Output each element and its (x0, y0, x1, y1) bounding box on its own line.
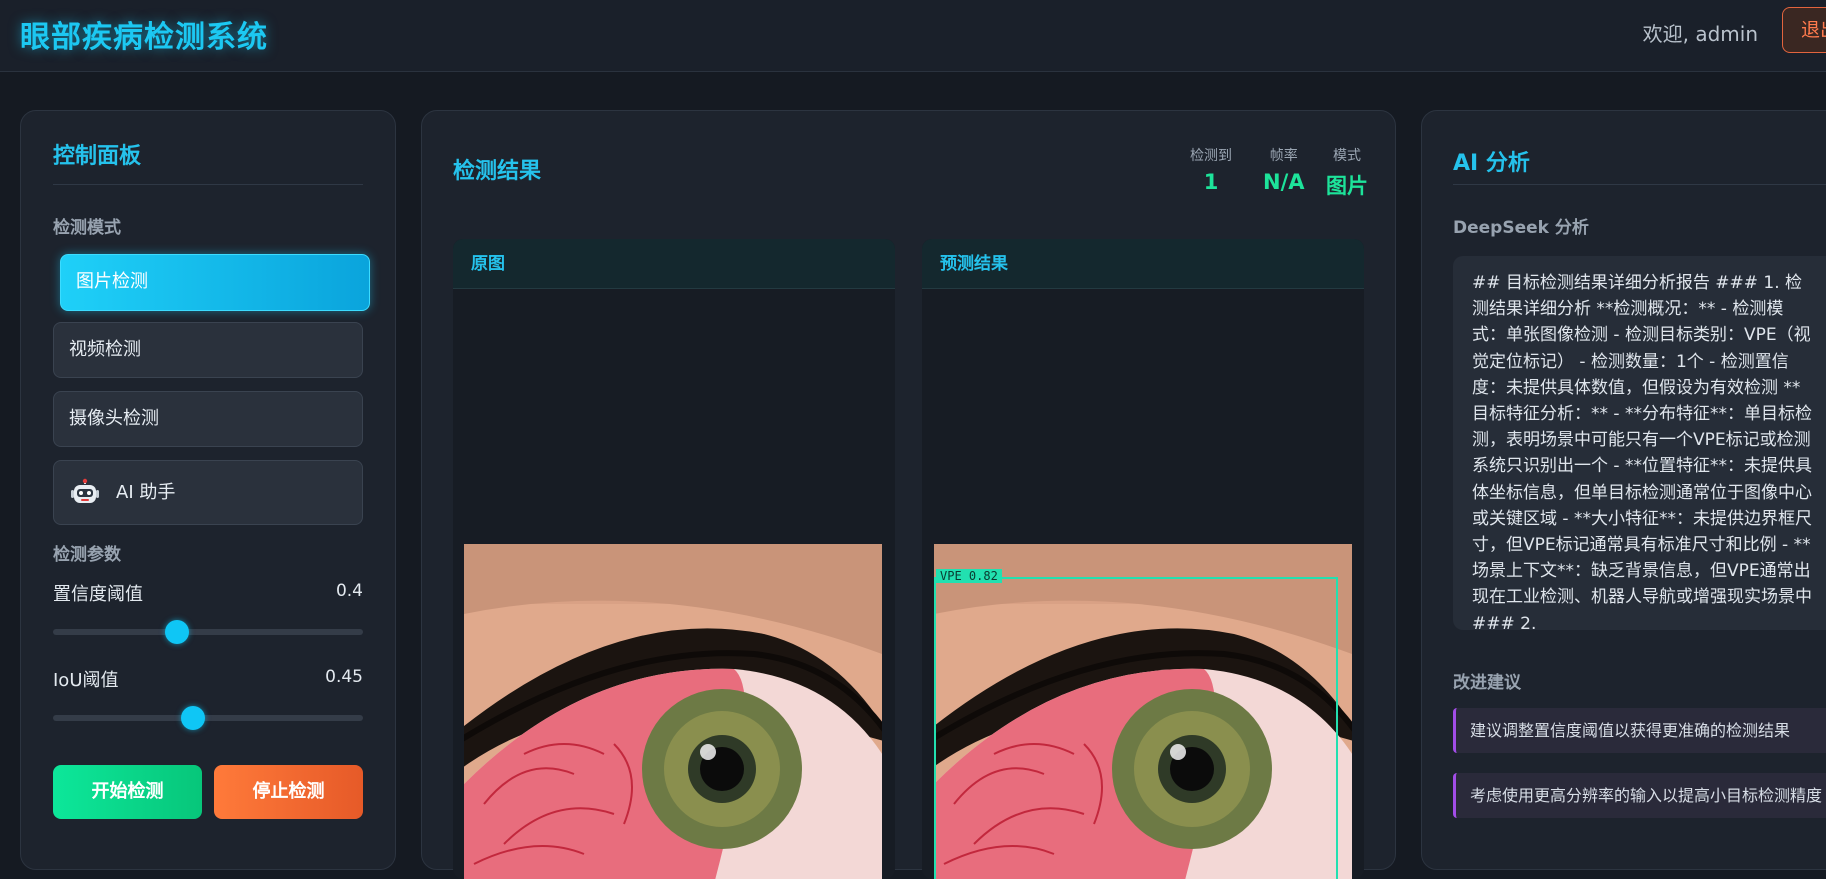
app-title: 眼部疾病检测系统 (20, 20, 268, 55)
suggestions-label: 改进建议 (1453, 673, 1521, 693)
divider (53, 184, 363, 185)
logout-button[interactable]: 退出 (1782, 7, 1826, 53)
ai-assistant-label: AI 助手 (116, 482, 176, 503)
iou-label: IoU阈值 (53, 670, 119, 691)
analysis-box[interactable]: ## 目标检测结果详细分析报告 ### 1. 检测结果详细分析 **检测概况：*… (1453, 256, 1826, 630)
stat-mode: 模式 图片 (1326, 145, 1368, 200)
analysis-text: ## 目标检测结果详细分析报告 ### 1. 检测结果详细分析 **检测概况：*… (1472, 273, 1812, 630)
stat-mode-value: 图片 (1326, 174, 1368, 198)
image-detect-button[interactable]: 图片检测 (60, 254, 370, 311)
deepseek-label: DeepSeek 分析 (1453, 218, 1589, 238)
ai-panel-title: AI 分析 (1453, 151, 1530, 176)
welcome-text: 欢迎, admin (1642, 22, 1758, 46)
ai-panel: AI 分析 DeepSeek 分析 ## 目标检测结果详细分析报告 ### 1.… (1421, 110, 1826, 870)
original-image-card: 原图 (453, 239, 895, 879)
stat-detected: 检测到 1 (1190, 145, 1232, 194)
suggestion-item: 建议调整置信度阈值以获得更准确的检测结果 (1453, 708, 1826, 753)
confidence-slider[interactable] (53, 620, 363, 644)
prediction-card: 预测结果 VPE 0.82 (922, 239, 1364, 879)
iou-slider-thumb[interactable] (180, 706, 205, 730)
stat-fps-label: 帧率 (1269, 148, 1298, 164)
confidence-value: 0.4 (335, 581, 363, 601)
robot-icon (71, 478, 99, 503)
original-image-title: 原图 (453, 239, 895, 289)
params-section-label: 检测参数 (53, 545, 121, 565)
results-panel: 检测结果 检测到 1 帧率 N/A 模式 图片 原图 预测结果 VPE 0.82 (421, 110, 1396, 879)
ai-assistant-button[interactable]: AI 助手 (53, 460, 363, 525)
video-detect-button[interactable]: 视频检测 (53, 322, 363, 378)
detection-label: VPE 0.82 (936, 569, 1002, 583)
top-bar: 眼部疾病检测系统 欢迎, admin 退出 (0, 0, 1826, 72)
confidence-label: 置信度阈值 (53, 584, 143, 605)
stat-fps-value: N/A (1263, 170, 1305, 194)
control-panel-title: 控制面板 (53, 144, 142, 169)
stop-detect-button[interactable]: 停止检测 (214, 765, 363, 819)
control-panel: 控制面板 检测模式 图片检测 视频检测 摄像头检测 AI 助手 检测参数 置信度… (20, 110, 396, 870)
detection-box: VPE 0.82 (934, 569, 1338, 879)
stat-detected-value: 1 (1203, 170, 1219, 194)
start-detect-button[interactable]: 开始检测 (53, 765, 202, 819)
stat-fps: 帧率 N/A (1263, 145, 1305, 194)
eye-image (464, 544, 882, 879)
divider (1453, 184, 1826, 185)
stat-mode-label: 模式 (1333, 148, 1361, 164)
stat-detected-label: 检测到 (1190, 148, 1232, 164)
mode-section-label: 检测模式 (53, 218, 121, 238)
prediction-eye-image: VPE 0.82 (934, 544, 1352, 879)
suggestion-item: 考虑使用更高分辨率的输入以提高小目标检测精度 (1453, 773, 1826, 818)
results-title: 检测结果 (453, 159, 542, 184)
prediction-title: 预测结果 (922, 239, 1364, 289)
iou-value: 0.45 (325, 667, 363, 687)
iou-slider[interactable] (53, 706, 363, 730)
original-eye-image (464, 544, 882, 879)
camera-detect-button[interactable]: 摄像头检测 (53, 391, 363, 447)
confidence-slider-thumb[interactable] (165, 620, 189, 644)
